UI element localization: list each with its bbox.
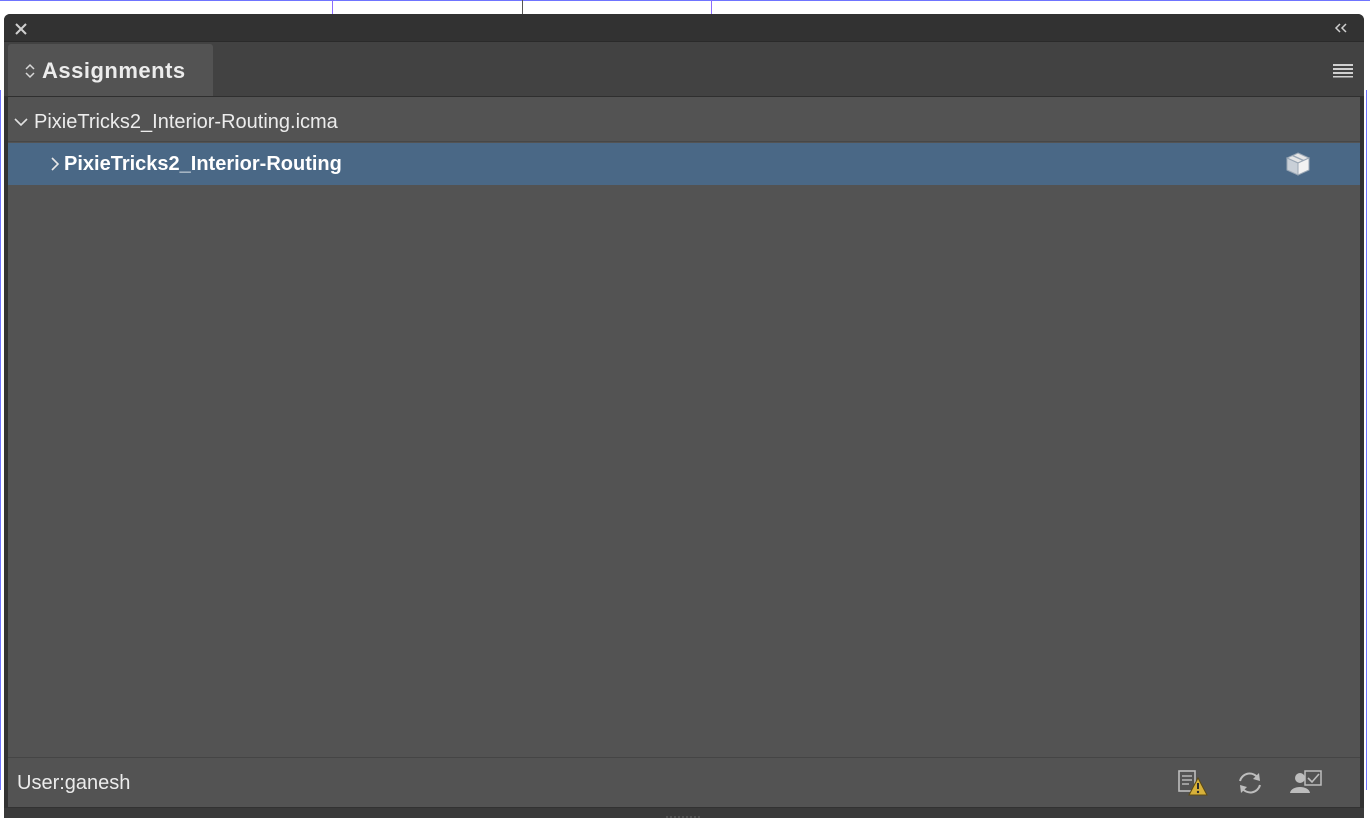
panel-footer: User:ganesh bbox=[8, 757, 1360, 807]
assignments-panel: Assignments PixieTricks2_Interior-Routin… bbox=[4, 14, 1364, 818]
user-label: User:ganesh bbox=[17, 772, 131, 794]
guide-line bbox=[0, 0, 1370, 1]
guide-line bbox=[0, 90, 1, 790]
chevron-down-icon[interactable] bbox=[14, 115, 28, 127]
document-warning-icon[interactable] bbox=[1176, 768, 1212, 798]
assignment-name: PixieTricks2_Interior-Routing bbox=[64, 153, 342, 175]
refresh-icon[interactable] bbox=[1232, 768, 1268, 798]
up-down-chevron-icon[interactable] bbox=[24, 63, 36, 79]
panel-titlebar bbox=[4, 14, 1364, 41]
guide-line bbox=[1366, 90, 1367, 790]
user-check-icon[interactable] bbox=[1288, 768, 1324, 798]
list-item-assignment[interactable]: PixieTricks2_Interior-Routing bbox=[8, 143, 1360, 185]
panel-tab-bar: Assignments bbox=[4, 41, 1364, 96]
panel-title: Assignments bbox=[42, 58, 186, 83]
package-icon bbox=[1284, 150, 1312, 178]
double-chevron-left-icon[interactable] bbox=[1332, 20, 1350, 36]
assignments-list: PixieTricks2_Interior-Routing.icma Pixie… bbox=[8, 96, 1360, 757]
chevron-right-icon[interactable] bbox=[50, 156, 60, 172]
tab-assignments[interactable]: Assignments bbox=[8, 44, 213, 96]
panel-bottom-edge bbox=[4, 808, 1364, 818]
hamburger-menu-icon[interactable] bbox=[1332, 62, 1354, 78]
close-icon[interactable] bbox=[12, 20, 30, 38]
resize-handle[interactable] bbox=[664, 810, 702, 818]
list-item-file[interactable]: PixieTricks2_Interior-Routing.icma bbox=[8, 101, 1360, 142]
file-name: PixieTricks2_Interior-Routing.icma bbox=[34, 111, 338, 133]
